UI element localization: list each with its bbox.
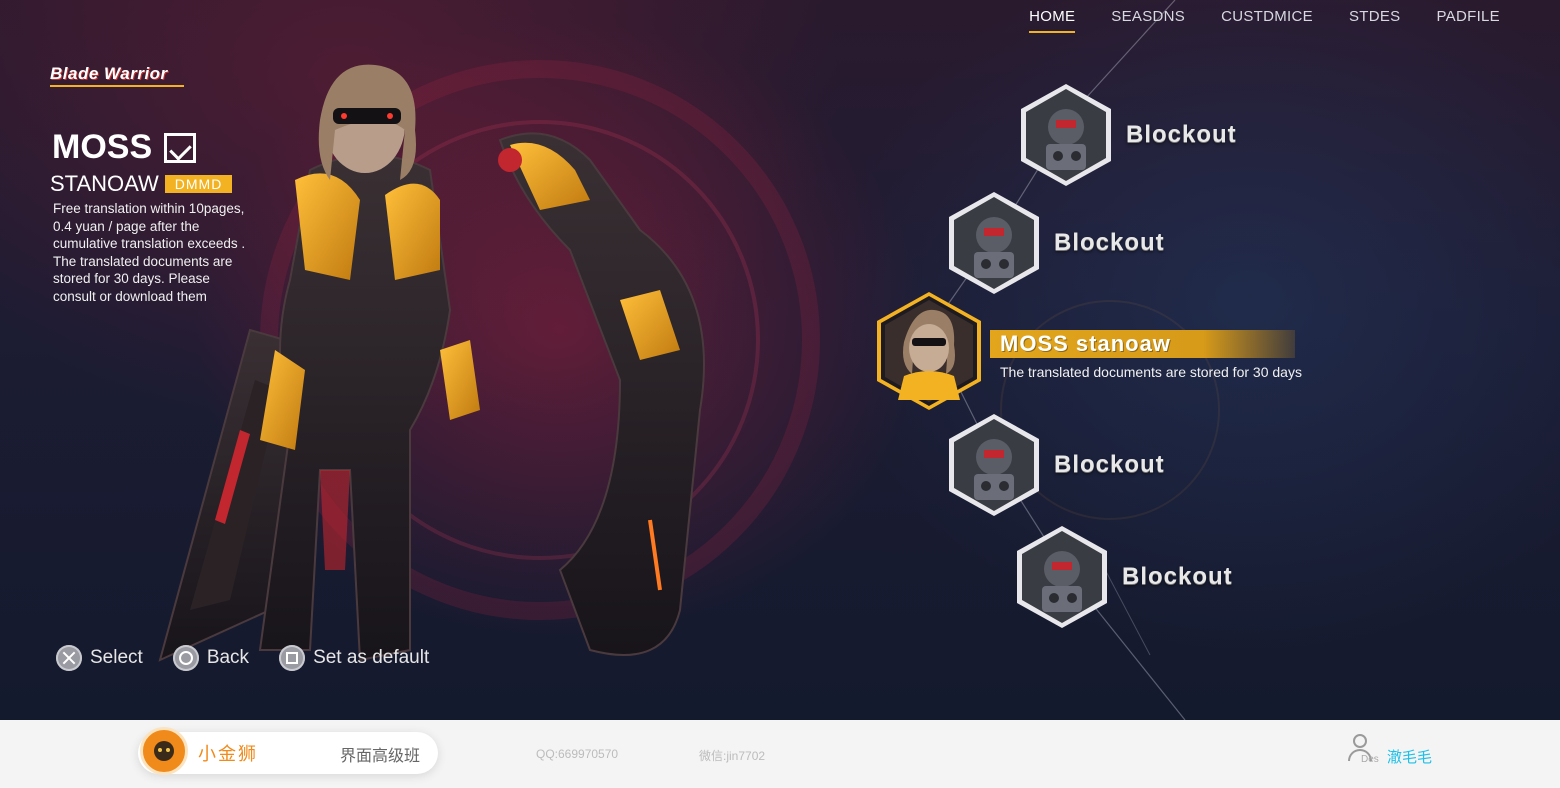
circle-button-icon xyxy=(172,645,199,671)
slot-4-label: Blockout xyxy=(1054,451,1165,478)
select-button[interactable]: Select xyxy=(56,645,143,671)
nav-item-seasons[interactable]: SEASDNS xyxy=(1111,8,1185,33)
cross-button-icon xyxy=(56,645,82,671)
slot-5-label: Blockout xyxy=(1122,563,1233,590)
slot-4-portrait[interactable] xyxy=(946,412,1042,518)
nav-item-profile[interactable]: PADFILE xyxy=(1436,8,1500,33)
select-label: Select xyxy=(90,647,143,668)
back-label: Back xyxy=(206,647,250,668)
character-slot-4[interactable]: Blockout xyxy=(946,412,1165,518)
user-name[interactable]: 澈毛毛 xyxy=(1387,746,1432,767)
lion-face xyxy=(154,741,174,761)
robot-portrait-icon xyxy=(949,414,1039,516)
moss-portrait-icon xyxy=(877,292,981,410)
nav-item-stores[interactable]: STDES xyxy=(1349,8,1401,33)
brand-name: 小金狮 xyxy=(198,744,258,764)
robot-portrait-icon xyxy=(949,192,1039,294)
brand-course: 界面高级班 xyxy=(340,748,421,765)
footer-bar: 小金狮 界面高级班 QQ:669970570 微信:jin7702 Des 澈毛… xyxy=(0,720,1560,788)
lion-logo-icon xyxy=(140,727,188,775)
character-slot-2[interactable]: Blockout xyxy=(946,190,1165,296)
nav-item-customize[interactable]: CUSTDMICE xyxy=(1221,8,1313,33)
character-slot-5[interactable]: Blockout xyxy=(1014,524,1233,630)
active-slot-description: The translated documents are stored for … xyxy=(1000,364,1302,380)
lion-eye-right xyxy=(166,748,170,752)
user-tag: Des xyxy=(1361,754,1379,765)
set-default-button[interactable]: Set as default xyxy=(279,645,429,671)
robot-portrait-icon xyxy=(1021,84,1111,186)
active-slot-title: MOSS stanoaw xyxy=(990,330,1295,358)
character-slot-1[interactable]: Blockout xyxy=(1018,82,1237,188)
qq-contact: QQ:669970570 xyxy=(536,747,619,761)
nav-item-home[interactable]: HOME xyxy=(1029,8,1076,33)
slot-1-portrait[interactable] xyxy=(1018,82,1114,188)
game-stage: HOME SEASDNS CUSTDMICE STDES PADFILE Bla… xyxy=(0,0,1560,720)
robot-portrait-icon xyxy=(1017,526,1107,628)
wechat-contact: 微信:jin7702 xyxy=(699,749,766,763)
set-default-label: Set as default xyxy=(313,647,430,668)
slot-2-label: Blockout xyxy=(1054,229,1165,256)
character-slot-3-active[interactable] xyxy=(874,290,984,412)
user-icon-head xyxy=(1353,734,1367,748)
slot-5-portrait[interactable] xyxy=(1014,524,1110,630)
back-button[interactable]: Back xyxy=(172,645,250,671)
controller-hints: Select Back Set as default xyxy=(56,645,429,671)
slot-2-portrait[interactable] xyxy=(946,190,1042,296)
slot-3-portrait[interactable] xyxy=(874,290,984,412)
slot-1-label: Blockout xyxy=(1126,121,1237,148)
lion-eye-left xyxy=(158,748,162,752)
hero-character-illustration xyxy=(158,64,705,662)
square-button-icon xyxy=(279,645,306,671)
top-navigation: HOME SEASDNS CUSTDMICE STDES PADFILE xyxy=(1029,8,1500,33)
